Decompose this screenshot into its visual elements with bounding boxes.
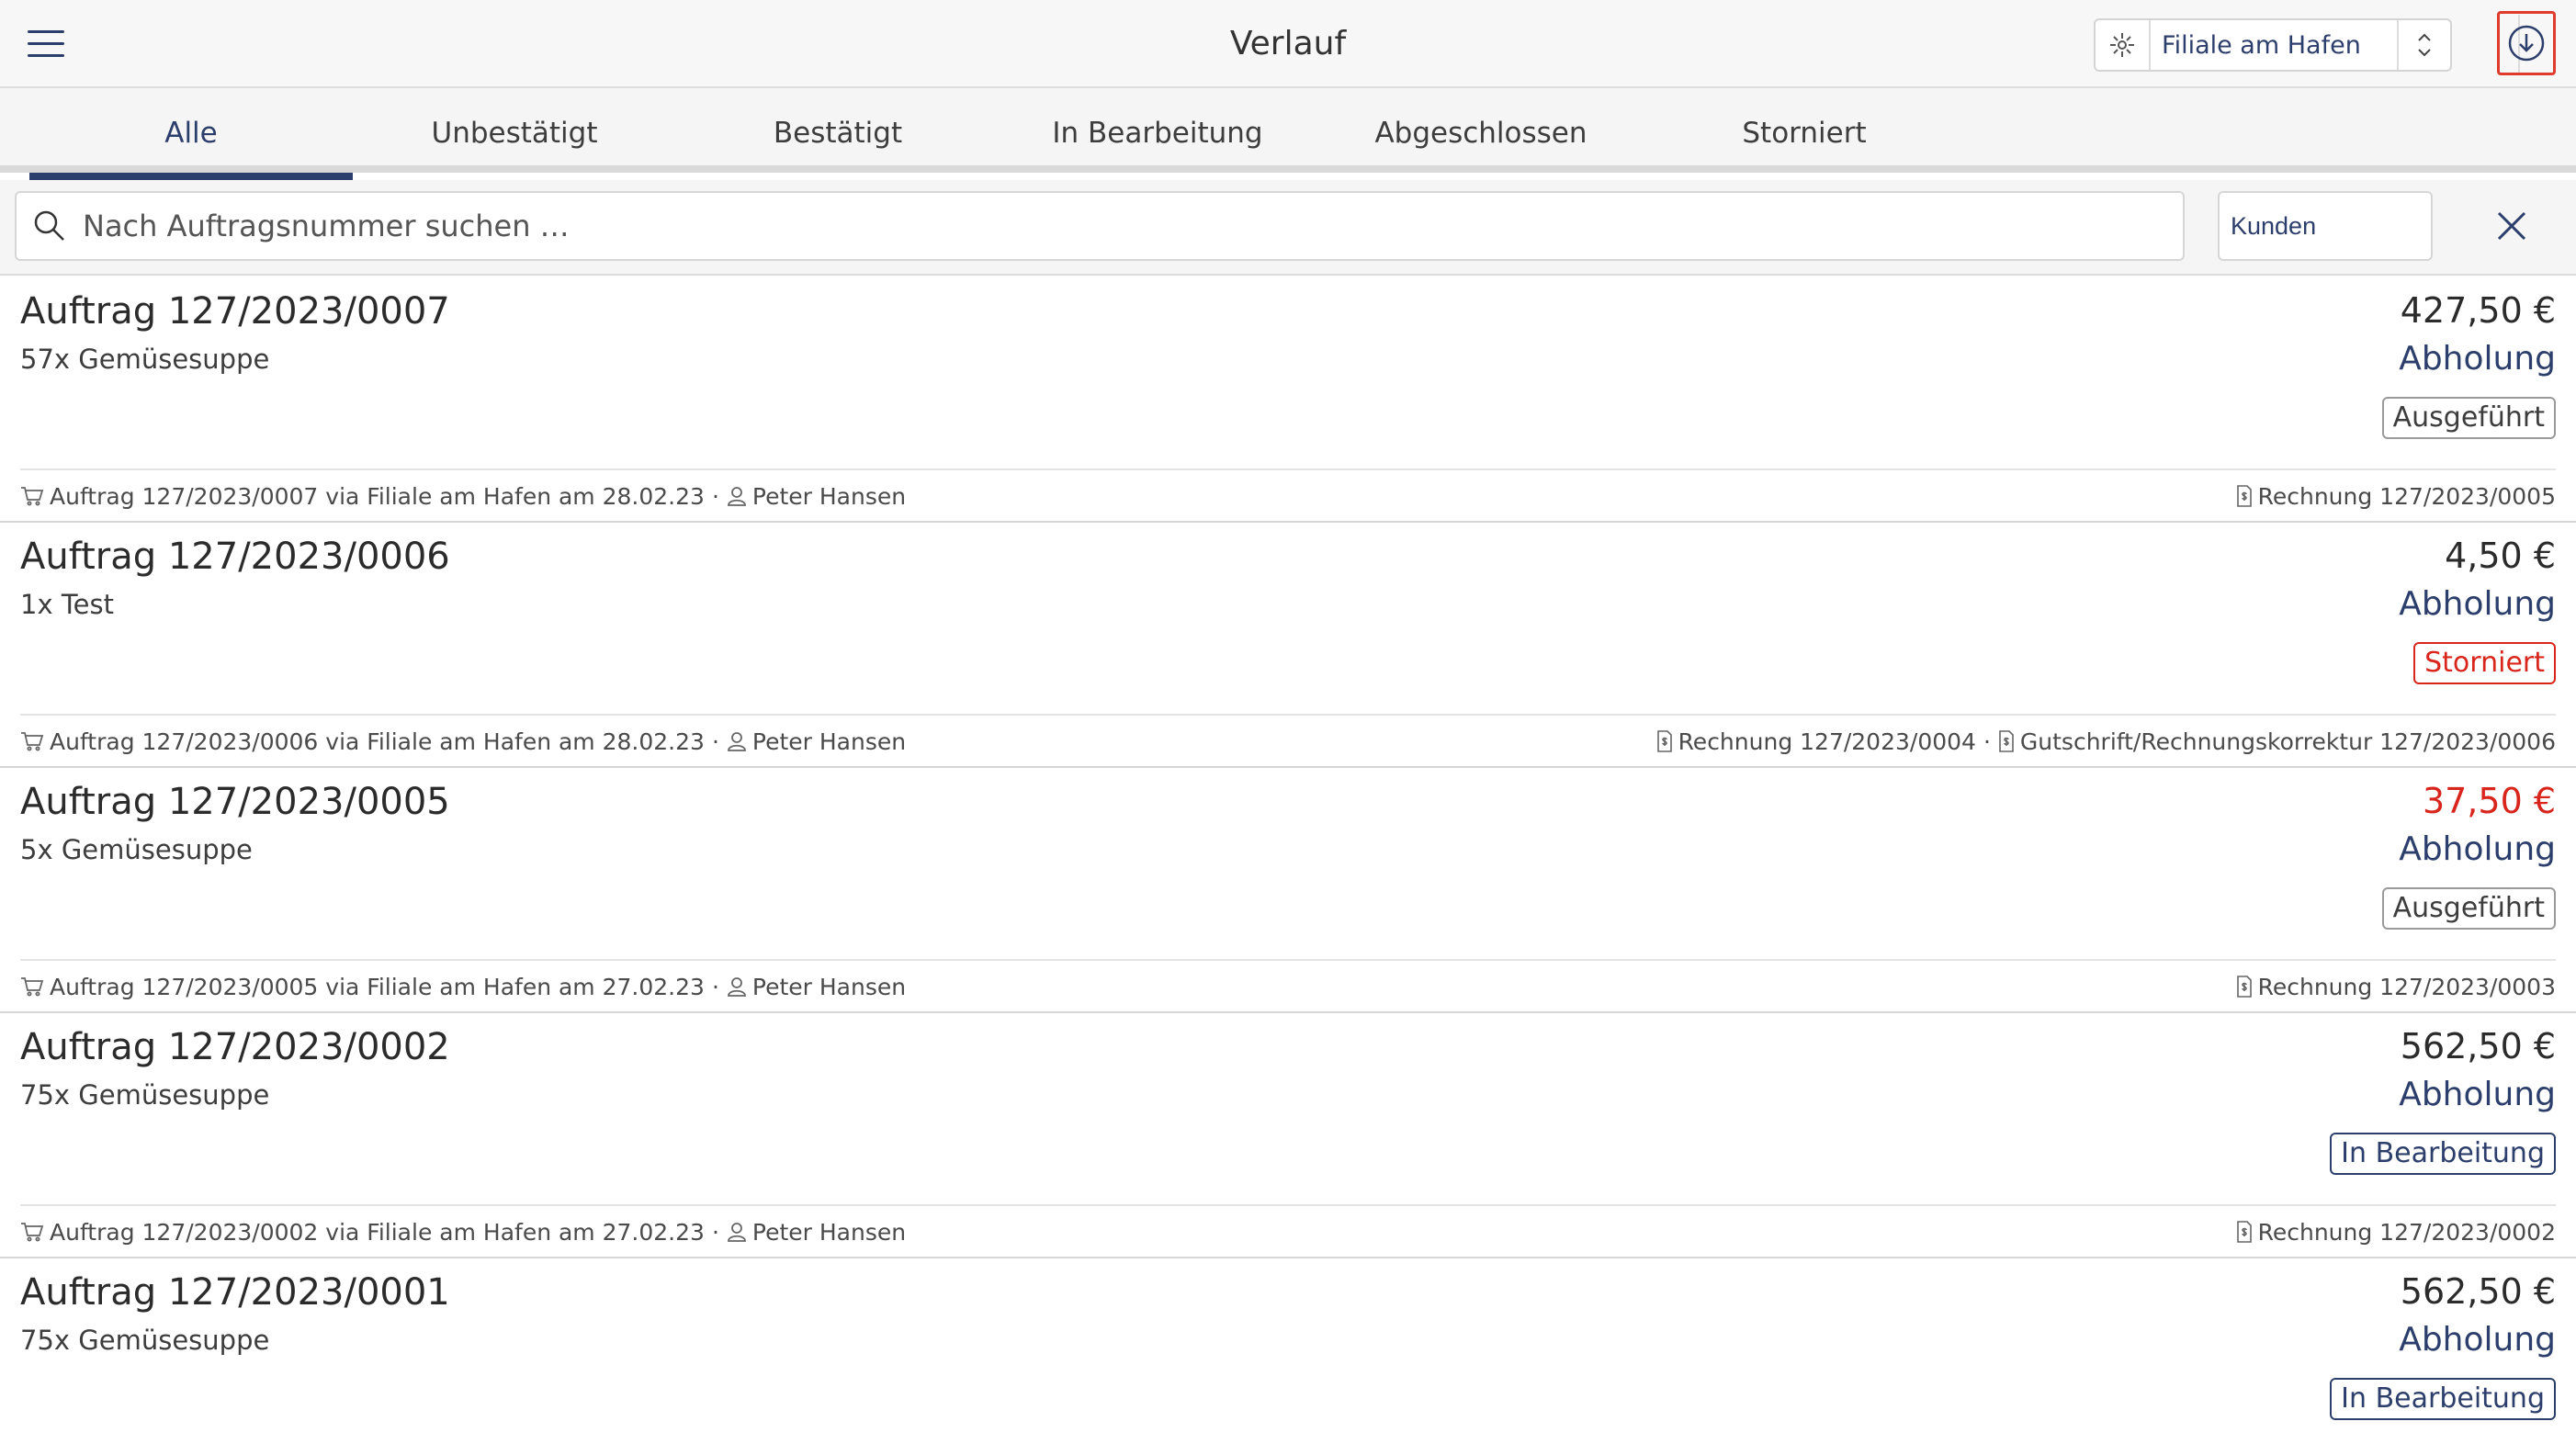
order-delivery-type: Abholung [2399,340,2556,378]
user-icon [727,731,747,751]
order-items: 57x Gemüsesuppe [20,344,270,375]
order-meta: Auftrag 127/2023/0006 via Filiale am Haf… [20,714,2556,767]
search-bar: Kunden [0,180,2576,276]
top-bar: Verlauf Filiale am Hafen [0,0,2576,88]
order-source: Auftrag 127/2023/0007 via Filiale am Haf… [50,482,705,510]
order-title: Auftrag 127/2023/0007 [20,290,450,333]
order-title: Auftrag 127/2023/0001 [20,1271,450,1314]
order-title: Auftrag 127/2023/0006 [20,536,450,578]
order-delivery-type: Abholung [2399,830,2556,868]
download-icon [2508,25,2545,62]
cart-icon [20,731,44,751]
meta-separator: · [711,482,719,510]
order-meta: Auftrag 127/2023/0007 via Filiale am Haf… [20,468,2556,522]
tab-abgeschlossen[interactable]: Abgeschlossen [1319,88,1643,173]
order-items: 5x Gemüsesuppe [20,834,253,865]
order-list: Auftrag 127/2023/0007 57x Gemüsesuppe 42… [0,277,2576,1442]
search-icon [17,208,83,244]
invoice-link[interactable]: Rechnung 127/2023/0004 [1678,728,1976,755]
credit-note-icon [1998,730,2015,752]
invoice-icon [2236,1221,2253,1243]
credit-note-link[interactable]: Gutschrift/Rechnungskorrektur 127/2023/0… [2020,728,2556,755]
tab-unbestaetigt[interactable]: Unbestätigt [353,88,676,173]
tab-bestaetigt[interactable]: Bestätigt [676,88,1000,173]
order-user: Peter Hansen [751,1218,907,1246]
invoice-icon [2236,976,2253,998]
order-user: Peter Hansen [751,973,907,1000]
order-meta: Auftrag 127/2023/0005 via Filiale am Haf… [20,959,2556,1012]
meta-separator: · [711,973,719,1000]
chevron-up-down-icon [2397,20,2450,70]
user-icon [727,1222,747,1242]
status-tabs: Alle Unbestätigt Bestätigt In Bearbeitun… [0,88,2576,180]
order-price: 562,50 € [2400,1271,2556,1312]
close-icon[interactable] [2486,200,2537,252]
order-source: Auftrag 127/2023/0005 via Filiale am Haf… [50,973,705,1000]
tab-in-bearbeitung[interactable]: In Bearbeitung [996,88,1319,173]
invoice-link[interactable]: Rechnung 127/2023/0003 [2258,974,2556,1000]
meta-separator: · [711,728,719,755]
status-badge: Ausgeführt [2381,397,2556,439]
invoice-icon [2236,485,2253,507]
tab-storniert[interactable]: Storniert [1643,88,1966,173]
user-icon [727,486,747,506]
status-badge: In Bearbeitung [2330,1378,2556,1420]
status-badge: Storniert [2413,642,2556,684]
invoice-link[interactable]: Rechnung 127/2023/0002 [2258,1219,2556,1246]
order-title: Auftrag 127/2023/0005 [20,781,450,823]
customer-filter-button[interactable]: Kunden [2218,191,2433,261]
status-badge: Ausgeführt [2381,887,2556,930]
order-delivery-type: Abholung [2399,585,2556,623]
order-row[interactable]: Auftrag 127/2023/0001 75x Gemüsesuppe 56… [0,1258,2576,1442]
search-box [15,191,2185,261]
branch-select-label: Filiale am Hafen [2162,30,2361,60]
download-button[interactable] [2497,11,2556,75]
status-badge: In Bearbeitung [2330,1133,2556,1175]
search-input[interactable] [83,193,2183,259]
order-price: 37,50 € [2422,781,2556,821]
cart-icon [20,1222,44,1242]
order-items: 75x Gemüsesuppe [20,1079,270,1111]
cart-icon [20,486,44,506]
order-title: Auftrag 127/2023/0002 [20,1026,450,1068]
order-price: 427,50 € [2400,290,2556,331]
meta-separator: · [711,1218,719,1246]
order-delivery-type: Abholung [2399,1321,2556,1359]
invoice-icon [1656,730,1673,752]
user-icon [727,976,747,997]
order-source: Auftrag 127/2023/0006 via Filiale am Haf… [50,728,705,755]
hamburger-icon[interactable] [28,30,64,60]
order-price: 4,50 € [2445,536,2556,576]
branch-select[interactable]: Filiale am Hafen [2094,18,2452,72]
cart-icon [20,976,44,997]
order-price: 562,50 € [2400,1026,2556,1066]
meta-separator: · [1983,728,1991,755]
order-items: 75x Gemüsesuppe [20,1325,270,1356]
order-row[interactable]: Auftrag 127/2023/0005 5x Gemüsesuppe 37,… [0,768,2576,1013]
order-row[interactable]: Auftrag 127/2023/0007 57x Gemüsesuppe 42… [0,277,2576,523]
tab-alle[interactable]: Alle [29,88,353,180]
order-row[interactable]: Auftrag 127/2023/0006 1x Test 4,50 € Abh… [0,523,2576,768]
order-items: 1x Test [20,589,114,620]
store-icon [2096,20,2151,70]
invoice-link[interactable]: Rechnung 127/2023/0005 [2258,483,2556,510]
order-delivery-type: Abholung [2399,1076,2556,1113]
order-user: Peter Hansen [751,482,907,510]
order-source: Auftrag 127/2023/0002 via Filiale am Haf… [50,1218,705,1246]
order-row[interactable]: Auftrag 127/2023/0002 75x Gemüsesuppe 56… [0,1013,2576,1258]
order-user: Peter Hansen [751,728,907,755]
order-meta: Auftrag 127/2023/0002 via Filiale am Haf… [20,1204,2556,1258]
